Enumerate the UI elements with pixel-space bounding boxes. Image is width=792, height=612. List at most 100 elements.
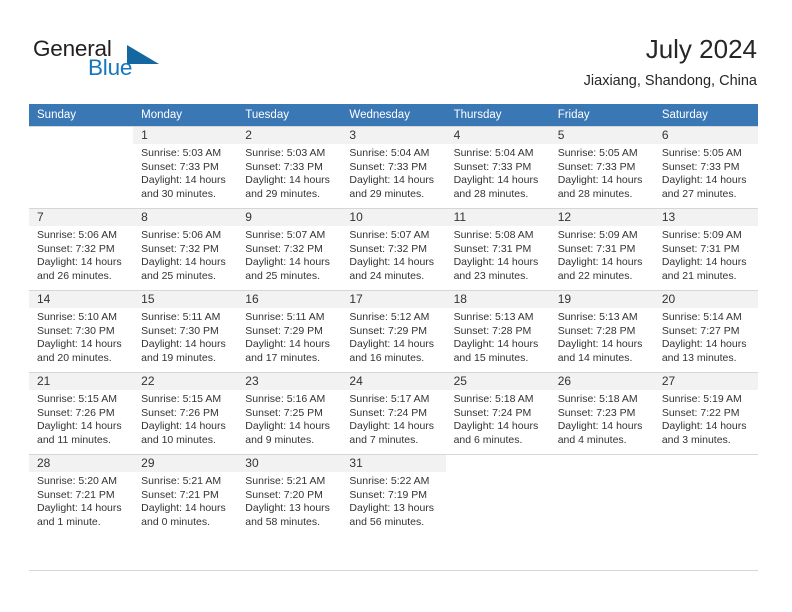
day-number: 23	[237, 373, 342, 390]
day-detail-daylight-line1: Daylight: 14 hours	[141, 256, 226, 269]
day-detail-sunrise: Sunrise: 5:03 AM	[141, 147, 222, 159]
day-detail-daylight-line1: Daylight: 13 hours	[349, 502, 435, 515]
day-detail-daylight-line2: and 19 minutes.	[141, 351, 216, 364]
day-detail-daylight-line2: and 10 minutes.	[141, 433, 216, 446]
day-detail-sunrise: Sunrise: 5:11 AM	[245, 311, 325, 323]
calendar-day-cell[interactable]: 13 Sunrise: 5:09 AM Sunset: 7:31 PM Dayligh…	[653, 208, 758, 290]
day-detail-sunset: Sunset: 7:33 PM	[349, 160, 428, 173]
day-detail-daylight-line2: and 16 minutes.	[349, 351, 425, 364]
calendar-day-cell[interactable]: 1 Sunrise: 5:03 AM Sunset: 7:33 PM Daylight…	[133, 126, 238, 208]
calendar-day-cell[interactable]: 11 Sunrise: 5:08 AM Sunset: 7:31 PM Dayligh…	[445, 208, 550, 290]
calendar-day-cell[interactable]: 28 Sunrise: 5:20 AM Sunset: 7:21 PM Dayligh…	[29, 454, 134, 536]
table-bottom-divider	[29, 570, 758, 571]
day-details: Sunrise: 5:14 AM Sunset: 7:27 PM Daylight:…	[654, 308, 758, 365]
calendar-day-cell[interactable]: 24 Sunrise: 5:17 AM Sunset: 7:24 PM Dayligh…	[341, 372, 446, 454]
day-number: 21	[29, 373, 134, 390]
calendar-cell-inner	[445, 454, 550, 536]
day-detail-daylight-line1: Daylight: 14 hours	[453, 174, 539, 187]
day-detail-sunrise: Sunrise: 5:09 AM	[661, 229, 742, 241]
calendar-day-cell[interactable]: 31 Sunrise: 5:22 AM Sunset: 7:19 PM Dayligh…	[341, 454, 446, 536]
calendar-table: Sunday Monday Tuesday Wednesday Thursday…	[29, 104, 758, 536]
calendar-day-cell[interactable]: 22 Sunrise: 5:15 AM Sunset: 7:26 PM Dayligh…	[133, 372, 238, 454]
day-detail-daylight-line1: Daylight: 14 hours	[245, 338, 330, 351]
calendar-cell-inner: 5 Sunrise: 5:05 AM Sunset: 7:33 PM Daylight…	[549, 126, 654, 208]
day-number: 9	[237, 209, 342, 226]
calendar-day-cell[interactable]: 19 Sunrise: 5:13 AM Sunset: 7:28 PM Dayligh…	[549, 290, 654, 372]
calendar-day-cell[interactable]: 9 Sunrise: 5:07 AM Sunset: 7:32 PM Daylight…	[237, 208, 342, 290]
calendar-day-cell[interactable]: 20 Sunrise: 5:14 AM Sunset: 7:27 PM Dayligh…	[653, 290, 758, 372]
calendar-day-cell[interactable]: 27 Sunrise: 5:19 AM Sunset: 7:22 PM Dayligh…	[653, 372, 758, 454]
day-detail-sunset: Sunset: 7:27 PM	[661, 324, 740, 337]
calendar-day-cell[interactable]: 25 Sunrise: 5:18 AM Sunset: 7:24 PM Dayligh…	[445, 372, 550, 454]
day-detail-daylight-line1: Daylight: 14 hours	[37, 502, 122, 515]
day-number: 6	[653, 127, 758, 144]
general-blue-logo: General Blue	[33, 36, 223, 84]
day-detail-daylight-line2: and 26 minutes.	[37, 269, 112, 282]
day-detail-sunset: Sunset: 7:32 PM	[245, 242, 323, 255]
day-details	[29, 144, 133, 147]
calendar-day-cell[interactable]: 21 Sunrise: 5:15 AM Sunset: 7:26 PM Dayligh…	[29, 372, 134, 454]
day-detail-daylight-line2: and 14 minutes.	[557, 351, 633, 364]
day-details	[654, 472, 758, 475]
day-detail-daylight-line2: and 56 minutes.	[349, 515, 425, 528]
day-detail-sunset: Sunset: 7:30 PM	[141, 324, 219, 337]
day-detail-daylight-line1: Daylight: 14 hours	[453, 338, 539, 351]
day-detail-daylight-line2: and 9 minutes.	[245, 433, 315, 446]
day-detail-sunrise: Sunrise: 5:18 AM	[453, 393, 534, 405]
calendar-day-cell[interactable]: 8 Sunrise: 5:06 AM Sunset: 7:32 PM Daylight…	[133, 208, 238, 290]
day-detail-sunrise: Sunrise: 5:07 AM	[245, 229, 326, 241]
day-detail-sunset: Sunset: 7:33 PM	[453, 160, 532, 173]
calendar-day-cell[interactable]: 10 Sunrise: 5:07 AM Sunset: 7:32 PM Dayligh…	[341, 208, 446, 290]
day-detail-sunrise: Sunrise: 5:19 AM	[661, 393, 742, 405]
day-detail-sunrise: Sunrise: 5:17 AM	[349, 393, 430, 405]
calendar-cell-inner: 17 Sunrise: 5:12 AM Sunset: 7:29 PM Dayligh…	[341, 290, 446, 372]
calendar-day-cell[interactable]: 6 Sunrise: 5:05 AM Sunset: 7:33 PM Daylight…	[653, 126, 758, 208]
calendar-cell-inner: 10 Sunrise: 5:07 AM Sunset: 7:32 PM Dayligh…	[341, 208, 446, 290]
day-detail-daylight-line2: and 7 minutes.	[349, 433, 419, 446]
day-detail-daylight-line1: Daylight: 14 hours	[245, 256, 330, 269]
day-detail-sunrise: Sunrise: 5:06 AM	[37, 229, 117, 241]
day-detail-daylight-line1: Daylight: 14 hours	[349, 256, 435, 269]
weekday-header-saturday: Saturday	[653, 104, 758, 126]
calendar-day-cell[interactable]: 30 Sunrise: 5:21 AM Sunset: 7:20 PM Dayligh…	[237, 454, 342, 536]
calendar-day-cell[interactable]: 3 Sunrise: 5:04 AM Sunset: 7:33 PM Daylight…	[341, 126, 446, 208]
day-details: Sunrise: 5:13 AM Sunset: 7:28 PM Daylight:…	[446, 308, 550, 365]
day-detail-daylight-line1: Daylight: 14 hours	[557, 420, 643, 433]
day-detail-sunrise: Sunrise: 5:07 AM	[349, 229, 430, 241]
calendar-day-cell[interactable]: 14 Sunrise: 5:10 AM Sunset: 7:30 PM Dayligh…	[29, 290, 134, 372]
day-detail-daylight-line1: Daylight: 14 hours	[661, 174, 747, 187]
calendar-day-cell[interactable]: 5 Sunrise: 5:05 AM Sunset: 7:33 PM Daylight…	[549, 126, 654, 208]
calendar-day-cell[interactable]: 15 Sunrise: 5:11 AM Sunset: 7:30 PM Dayligh…	[133, 290, 238, 372]
day-detail-daylight-line2: and 0 minutes.	[141, 515, 211, 528]
calendar-day-cell[interactable]: 16 Sunrise: 5:11 AM Sunset: 7:29 PM Dayligh…	[237, 290, 342, 372]
calendar-cell-inner: 23 Sunrise: 5:16 AM Sunset: 7:25 PM Dayligh…	[237, 372, 342, 454]
calendar-day-cell[interactable]: 23 Sunrise: 5:16 AM Sunset: 7:25 PM Dayligh…	[237, 372, 342, 454]
day-details: Sunrise: 5:04 AM Sunset: 7:33 PM Daylight:…	[341, 144, 445, 201]
calendar-day-cell[interactable]: 12 Sunrise: 5:09 AM Sunset: 7:31 PM Dayligh…	[549, 208, 654, 290]
day-detail-sunset: Sunset: 7:30 PM	[37, 324, 115, 337]
calendar-week-row: 28 Sunrise: 5:20 AM Sunset: 7:21 PM Dayligh…	[29, 454, 758, 536]
calendar-day-cell[interactable]: 7 Sunrise: 5:06 AM Sunset: 7:32 PM Daylight…	[29, 208, 134, 290]
day-detail-daylight-line2: and 22 minutes.	[557, 269, 633, 282]
calendar-day-cell[interactable]: 18 Sunrise: 5:13 AM Sunset: 7:28 PM Dayligh…	[445, 290, 550, 372]
day-detail-sunset: Sunset: 7:26 PM	[37, 406, 115, 419]
calendar-cell-inner: 26 Sunrise: 5:18 AM Sunset: 7:23 PM Dayligh…	[549, 372, 654, 454]
day-detail-daylight-line1: Daylight: 13 hours	[245, 502, 330, 515]
calendar-day-cell[interactable]: 2 Sunrise: 5:03 AM Sunset: 7:33 PM Daylight…	[237, 126, 342, 208]
day-details: Sunrise: 5:06 AM Sunset: 7:32 PM Daylight:…	[133, 226, 237, 283]
day-detail-daylight-line1: Daylight: 14 hours	[37, 338, 122, 351]
day-number: 25	[445, 373, 550, 390]
day-detail-daylight-line1: Daylight: 14 hours	[349, 174, 435, 187]
calendar-cell-inner: 24 Sunrise: 5:17 AM Sunset: 7:24 PM Dayligh…	[341, 372, 446, 454]
day-number: 8	[133, 209, 238, 226]
calendar-day-cell[interactable]: 26 Sunrise: 5:18 AM Sunset: 7:23 PM Dayligh…	[549, 372, 654, 454]
day-number: 28	[29, 455, 134, 472]
calendar-day-cell[interactable]: 4 Sunrise: 5:04 AM Sunset: 7:33 PM Daylight…	[445, 126, 550, 208]
day-detail-daylight-line1: Daylight: 14 hours	[661, 256, 747, 269]
day-detail-daylight-line1: Daylight: 14 hours	[141, 174, 226, 187]
calendar-day-cell[interactable]: 17 Sunrise: 5:12 AM Sunset: 7:29 PM Dayligh…	[341, 290, 446, 372]
calendar-cell-inner: 29 Sunrise: 5:21 AM Sunset: 7:21 PM Dayligh…	[133, 454, 238, 536]
day-number: 16	[237, 291, 342, 308]
day-number: 26	[549, 373, 654, 390]
calendar-day-cell[interactable]: 29 Sunrise: 5:21 AM Sunset: 7:21 PM Dayligh…	[133, 454, 238, 536]
